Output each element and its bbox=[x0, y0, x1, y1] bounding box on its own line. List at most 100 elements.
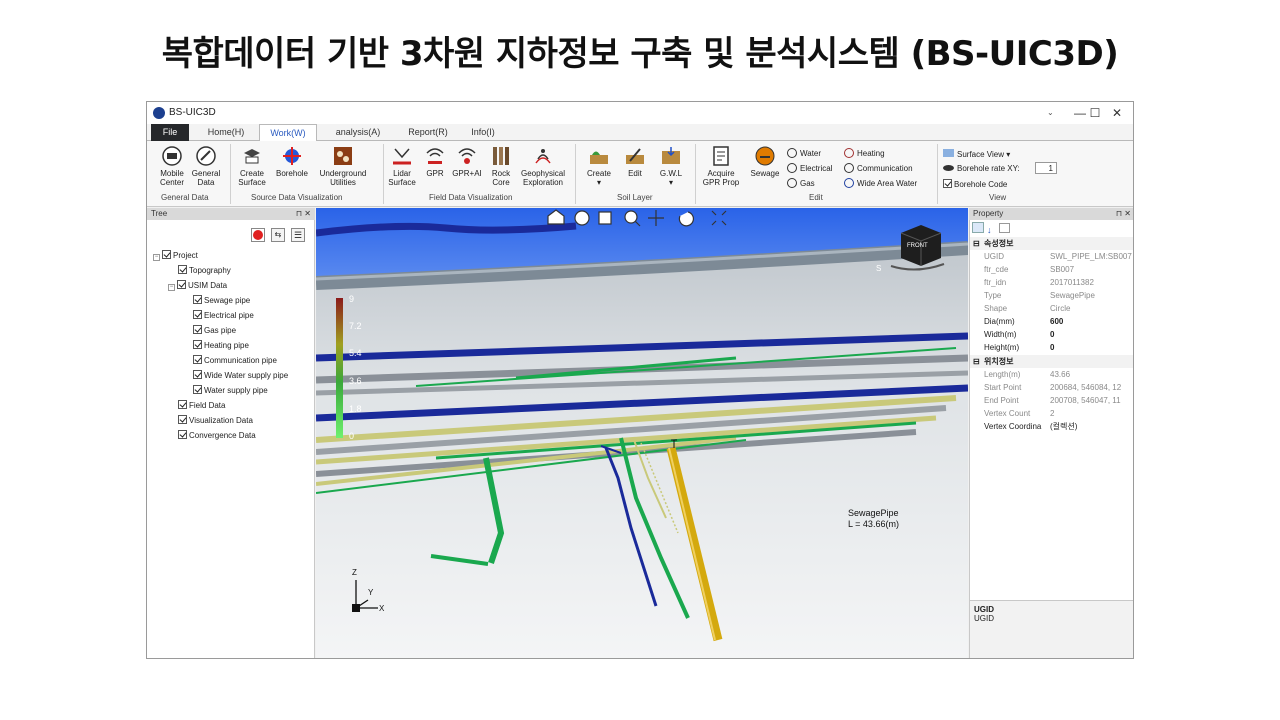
property-row[interactable]: Dia(mm) 600 bbox=[970, 315, 1133, 328]
edit-wide-area-water-label: Wide Area Water bbox=[857, 179, 918, 188]
tree-item-label: Sewage pipe bbox=[204, 296, 251, 305]
communication-icon bbox=[844, 163, 854, 173]
lidar-surface-button[interactable]: Lidar Surface bbox=[385, 145, 419, 187]
property-row[interactable]: Shape Circle bbox=[970, 302, 1133, 315]
categorized-view-icon[interactable] bbox=[972, 222, 984, 233]
collapse-toggle-icon[interactable]: − bbox=[168, 284, 175, 291]
tree-item-field-data[interactable]: Field Data bbox=[178, 400, 225, 412]
sewage-button[interactable]: Sewage bbox=[747, 145, 783, 178]
property-category-location[interactable]: ⊟ 위치정보 bbox=[970, 355, 1133, 368]
collapse-toggle-icon[interactable]: ⊟ bbox=[973, 355, 980, 368]
tree-item-electrical-pipe[interactable]: Electrical pipe bbox=[193, 310, 254, 322]
app-logo-icon bbox=[153, 107, 165, 119]
checkbox-checked-icon[interactable] bbox=[177, 280, 186, 289]
tab-file[interactable]: File bbox=[151, 124, 189, 141]
property-row[interactable]: Start Point 200684, 546084, 12 bbox=[970, 381, 1133, 394]
tree-item-gas-pipe[interactable]: Gas pipe bbox=[193, 325, 236, 337]
geophysical-exploration-button[interactable]: Geophysical Exploration bbox=[515, 145, 571, 187]
checkbox-checked-icon[interactable] bbox=[193, 310, 202, 319]
title-bar: BS-UIC3D — ☐ ✕ ⌄ bbox=[147, 102, 1133, 124]
group-label-source: Source Data Visualization bbox=[251, 193, 343, 202]
borehole-rate-input[interactable]: 1 bbox=[1035, 162, 1057, 174]
tree-clear-button[interactable] bbox=[251, 228, 265, 242]
gpr-button[interactable]: GPR bbox=[421, 145, 449, 178]
checkbox-checked-icon[interactable] bbox=[193, 370, 202, 379]
property-category-attributes[interactable]: ⊟ 속성정보 bbox=[970, 237, 1133, 250]
tree-item-water-supply-pipe[interactable]: Water supply pipe bbox=[193, 385, 268, 397]
rock-core-label-1: Rock bbox=[491, 169, 511, 178]
borehole-button[interactable]: Borehole bbox=[273, 145, 311, 178]
property-row[interactable]: Vertex Coordina (컬렉션) bbox=[970, 420, 1133, 433]
checkbox-checked-icon[interactable] bbox=[193, 385, 202, 394]
collapse-toggle-icon[interactable]: ⊟ bbox=[973, 237, 980, 250]
underground-utilities-button[interactable]: Underground Utilities bbox=[315, 145, 371, 187]
ribbon-collapse-icon[interactable]: ⌄ bbox=[1047, 108, 1054, 117]
checkbox-checked-icon[interactable] bbox=[193, 340, 202, 349]
tree-item-visualization-data[interactable]: Visualization Data bbox=[178, 415, 253, 427]
tree-item-wide-water-supply-pipe[interactable]: Wide Water supply pipe bbox=[193, 370, 288, 382]
tab-report[interactable]: Report(R) bbox=[399, 124, 457, 141]
borehole-code-checkbox[interactable]: Borehole Code bbox=[943, 179, 1007, 189]
checkbox-checked-icon[interactable] bbox=[193, 325, 202, 334]
nav-cube-compass-s: S bbox=[876, 264, 882, 273]
property-row[interactable]: Type SewagePipe bbox=[970, 289, 1133, 302]
gpr-ai-button[interactable]: GPR+AI bbox=[449, 145, 485, 178]
property-panel-pin-close-icon[interactable]: ⊓ ✕ bbox=[1116, 208, 1131, 220]
edit-gas-button[interactable]: Gas bbox=[787, 178, 815, 188]
nav-cube-front-label[interactable]: FRONT bbox=[907, 241, 928, 251]
gwl-dropdown-icon[interactable]: ▾ bbox=[669, 178, 673, 187]
edit-wide-area-water-button[interactable]: Wide Area Water bbox=[844, 178, 917, 188]
rock-core-button[interactable]: Rock Core bbox=[487, 145, 515, 187]
surface-view-dropdown[interactable]: Surface View ▾ bbox=[943, 149, 1010, 159]
tree-item-topography[interactable]: Topography bbox=[178, 265, 231, 277]
edit-communication-button[interactable]: Communication bbox=[844, 163, 913, 173]
property-row[interactable]: ftr_cde SB007 bbox=[970, 263, 1133, 276]
edit-heating-button[interactable]: Heating bbox=[844, 148, 885, 158]
close-button[interactable]: ✕ bbox=[1102, 105, 1132, 121]
property-row[interactable]: ftr_idn 2017011382 bbox=[970, 276, 1133, 289]
property-row[interactable]: UGID SWL_PIPE_LM:SB007 bbox=[970, 250, 1133, 263]
tree-list-button[interactable]: ☰ bbox=[291, 228, 305, 242]
tree-item-convergence-data[interactable]: Convergence Data bbox=[178, 430, 256, 442]
property-row[interactable]: Vertex Count 2 bbox=[970, 407, 1133, 420]
edit-water-button[interactable]: Water bbox=[787, 148, 821, 158]
tab-home[interactable]: Home(H) bbox=[201, 124, 251, 141]
tree-filter-button[interactable]: ⇆ bbox=[271, 228, 285, 242]
soil-create-dropdown-icon[interactable]: ▾ bbox=[597, 178, 601, 187]
checkbox-checked-icon[interactable] bbox=[193, 355, 202, 364]
geophysical-label-2: Exploration bbox=[522, 178, 564, 187]
edit-electrical-button[interactable]: Electrical bbox=[787, 163, 832, 173]
property-row[interactable]: Height(m) 0 bbox=[970, 341, 1133, 354]
soil-edit-button[interactable]: Edit bbox=[619, 145, 651, 178]
gwl-button[interactable]: G.W.L ▾ bbox=[655, 145, 687, 187]
scene-canvas[interactable] bbox=[316, 208, 968, 659]
checkbox-checked-icon[interactable] bbox=[178, 415, 187, 424]
tab-work[interactable]: Work(W) bbox=[259, 124, 317, 142]
property-pages-icon[interactable] bbox=[999, 223, 1011, 233]
clear-icon bbox=[253, 230, 263, 240]
acquire-gpr-prop-button[interactable]: Acquire GPR Prop bbox=[699, 145, 743, 187]
tree-item-project[interactable]: − Project bbox=[153, 250, 198, 262]
tree-panel-pin-close-icon[interactable]: ⊓ ✕ bbox=[296, 208, 311, 220]
tab-info[interactable]: Info(I) bbox=[463, 124, 503, 141]
general-data-button[interactable]: General Data bbox=[189, 145, 223, 187]
checkbox-checked-icon[interactable] bbox=[178, 400, 187, 409]
property-row[interactable]: Length(m) 43.66 bbox=[970, 368, 1133, 381]
tab-analysis[interactable]: analysis(A) bbox=[327, 124, 389, 141]
checkbox-checked-icon[interactable] bbox=[193, 295, 202, 304]
checkbox-checked-icon[interactable] bbox=[162, 250, 171, 259]
3d-viewport[interactable]: 9 7.2 5.4 3.6 1.8 0 SewagePipe L = 43.66… bbox=[316, 208, 968, 659]
tree-item-heating-pipe[interactable]: Heating pipe bbox=[193, 340, 249, 352]
tree-item-communication-pipe[interactable]: Communication pipe bbox=[193, 355, 277, 367]
create-surface-button[interactable]: Create Surface bbox=[233, 145, 271, 187]
checkbox-checked-icon[interactable] bbox=[178, 430, 187, 439]
soil-create-button[interactable]: Create ▾ bbox=[583, 145, 615, 187]
property-row[interactable]: Width(m) 0 bbox=[970, 328, 1133, 341]
mobile-center-button[interactable]: Mobile Center bbox=[155, 145, 189, 187]
property-row[interactable]: End Point 200708, 546047, 11 bbox=[970, 394, 1133, 407]
tree-item-sewage-pipe[interactable]: Sewage pipe bbox=[193, 295, 250, 307]
checkbox-checked-icon[interactable] bbox=[178, 265, 187, 274]
sort-alpha-icon[interactable]: ↓ bbox=[987, 225, 992, 235]
collapse-toggle-icon[interactable]: − bbox=[153, 254, 160, 261]
tree-item-usim-data[interactable]: − USIM Data bbox=[168, 280, 227, 292]
